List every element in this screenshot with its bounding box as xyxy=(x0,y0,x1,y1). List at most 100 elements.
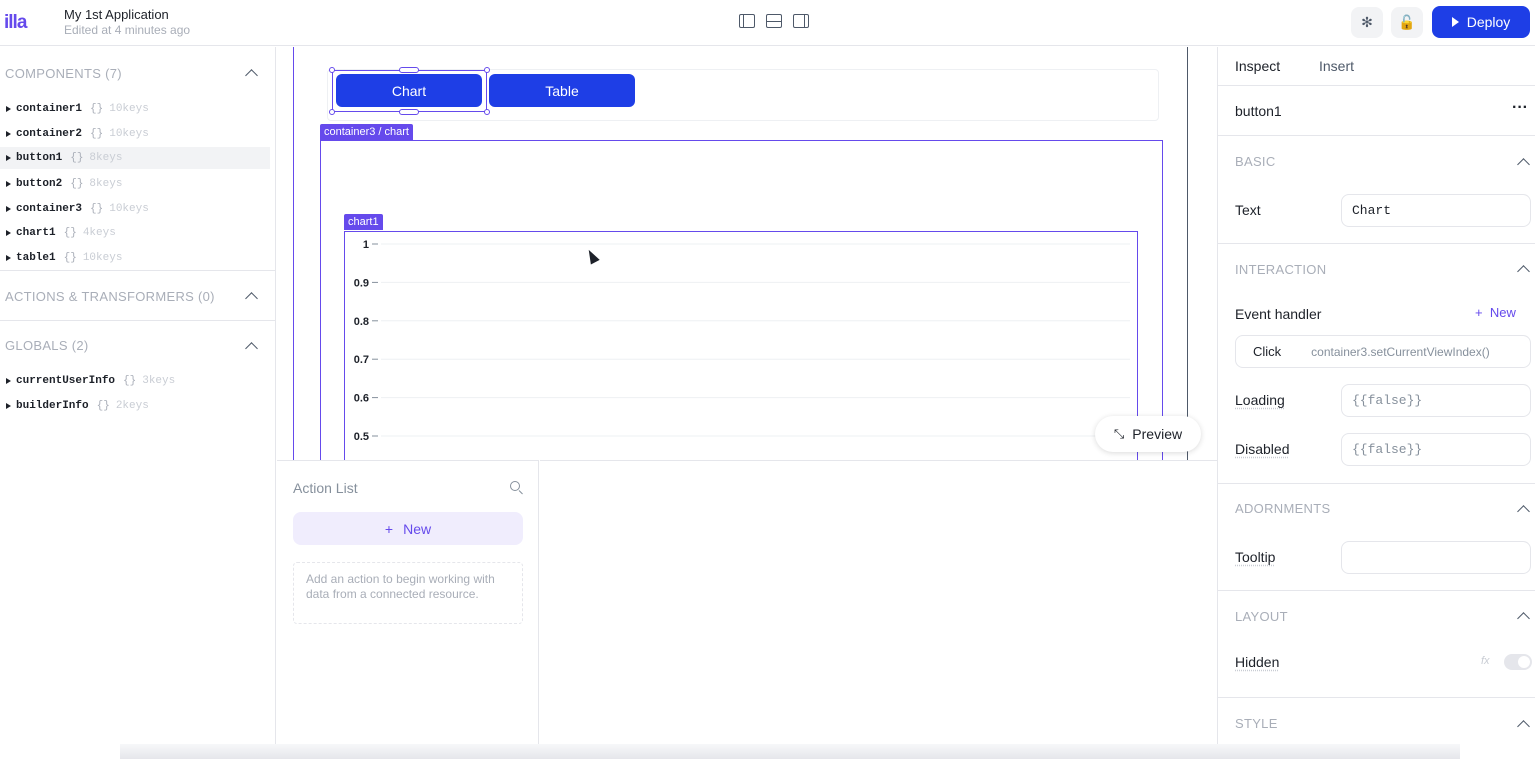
debug-button[interactable]: ✻ xyxy=(1351,7,1383,38)
action-list-title: Action List xyxy=(293,480,358,496)
resize-handle[interactable] xyxy=(399,109,419,115)
new-action-label: New xyxy=(403,520,432,537)
tree-item-container1[interactable]: container1 {} 10keys xyxy=(6,98,276,120)
chevron-up-icon[interactable] xyxy=(1517,265,1530,278)
caret-right-icon xyxy=(6,230,11,236)
caret-right-icon xyxy=(6,378,11,384)
chart-tag[interactable]: chart1 xyxy=(344,214,383,230)
divider xyxy=(1218,85,1535,86)
container-tag[interactable]: container3 / chart xyxy=(320,124,413,140)
tree-item-button1[interactable]: button1 {} 8keys xyxy=(0,147,270,169)
resize-handle[interactable] xyxy=(329,109,335,115)
components-section-title[interactable]: COMPONENTS (7) xyxy=(5,66,122,81)
fx-icon[interactable]: fx xyxy=(1481,655,1490,667)
y-tick-label: 0.7 xyxy=(354,354,369,366)
resize-handle[interactable] xyxy=(329,67,335,73)
caret-right-icon xyxy=(6,181,11,187)
y-tick-label: 1 xyxy=(363,239,369,251)
hidden-toggle[interactable] xyxy=(1504,654,1532,670)
tree-item-name: container2 xyxy=(16,128,83,140)
event-name: Click xyxy=(1253,344,1282,359)
chevron-up-icon[interactable] xyxy=(245,342,258,355)
divider xyxy=(1218,135,1535,136)
left-panel-toggle-icon[interactable] xyxy=(739,14,755,28)
search-icon[interactable] xyxy=(510,481,520,491)
lock-button[interactable]: 🔓 xyxy=(1391,7,1423,38)
basic-section-title[interactable]: BASIC xyxy=(1235,154,1276,169)
app-title: My 1st Application xyxy=(64,7,169,22)
style-section-title[interactable]: STYLE xyxy=(1235,716,1278,731)
event-handler-row[interactable]: Click container3.setCurrentViewIndex() xyxy=(1235,335,1531,368)
tree-item-name: table1 xyxy=(16,252,56,264)
tree-item-keys: 10keys xyxy=(82,252,123,264)
tooltip-input[interactable] xyxy=(1341,541,1531,574)
tree-item-chart1[interactable]: chart1 {} 4keys xyxy=(6,222,276,244)
illa-logo[interactable]: illa xyxy=(4,12,27,34)
chevron-up-icon[interactable] xyxy=(245,292,258,305)
horizontal-scrollbar[interactable] xyxy=(120,744,1460,759)
action-list-empty-state: Add an action to begin working with data… xyxy=(293,562,523,624)
tree-item-keys: 3keys xyxy=(142,375,176,387)
resize-handle[interactable] xyxy=(399,67,419,73)
y-tick-label: 0.5 xyxy=(354,431,369,443)
new-action-button[interactable]: + New xyxy=(293,512,523,545)
bottom-panel-toggle-icon[interactable] xyxy=(766,14,782,28)
actions-section-title[interactable]: ACTIONS & TRANSFORMERS (0) xyxy=(5,289,215,304)
tree-item-name: container3 xyxy=(16,203,83,215)
new-event-handler-button[interactable]: + New xyxy=(1475,305,1516,320)
tree-item-name: button1 xyxy=(16,152,63,164)
preview-button[interactable]: ⤡ Preview xyxy=(1095,416,1201,452)
tree-item-builderInfo[interactable]: builderInfo {} 2keys xyxy=(6,395,276,417)
caret-right-icon xyxy=(6,255,11,261)
tree-item-container2[interactable]: container2 {} 10keys xyxy=(6,123,276,145)
text-input[interactable]: Chart xyxy=(1341,194,1531,227)
table-button[interactable]: Table xyxy=(489,74,635,107)
deploy-button[interactable]: Deploy xyxy=(1432,6,1530,38)
chevron-up-icon[interactable] xyxy=(1517,612,1530,625)
y-tick-label: 0.9 xyxy=(354,277,369,289)
tree-item-keys: 10keys xyxy=(109,103,149,115)
deploy-label: Deploy xyxy=(1466,14,1511,30)
divider xyxy=(1218,243,1535,244)
tree-item-currentUserInfo[interactable]: currentUserInfo {} 3keys xyxy=(6,370,276,392)
tree-item-keys: 4keys xyxy=(82,227,116,239)
tree-item-name: chart1 xyxy=(16,227,56,239)
globals-section-title[interactable]: GLOBALS (2) xyxy=(5,338,89,353)
more-icon[interactable]: ··· xyxy=(1512,99,1528,117)
tree-item-table1[interactable]: table1 {} 10keys xyxy=(6,247,276,269)
plus-icon: + xyxy=(384,520,394,537)
chart-plot: 1 0.9 0.8 0.7 0.6 0.5 xyxy=(354,239,1130,443)
chevron-up-icon[interactable] xyxy=(1517,505,1530,518)
y-tick-label: 0.6 xyxy=(354,393,369,405)
tree-item-braces: {} xyxy=(90,128,104,140)
tree-item-button2[interactable]: button2 {} 8keys xyxy=(6,173,276,195)
chart1[interactable]: 1 0.9 0.8 0.7 0.6 0.5 xyxy=(344,231,1138,460)
disabled-input[interactable]: {{false}} xyxy=(1341,433,1531,466)
layout-section-title[interactable]: LAYOUT xyxy=(1235,609,1288,624)
event-handler-label: Event handler xyxy=(1235,306,1322,322)
interaction-section-title[interactable]: INTERACTION xyxy=(1235,262,1326,277)
editor-canvas[interactable]: Chart Table container3 / chart chart1 1 0… xyxy=(277,47,1217,460)
component-name[interactable]: button1 xyxy=(1235,103,1282,119)
tooltip-label: Tooltip xyxy=(1235,549,1276,565)
tree-item-name: builderInfo xyxy=(16,400,89,412)
tab-inspect[interactable]: Inspect xyxy=(1235,58,1280,74)
resize-handle[interactable] xyxy=(484,67,490,73)
loading-input[interactable]: {{false}} xyxy=(1341,384,1531,417)
tree-item-braces: {} xyxy=(90,203,104,215)
chevron-up-icon[interactable] xyxy=(1517,720,1530,733)
adornments-section-title[interactable]: ADORNMENTS xyxy=(1235,501,1330,516)
tree-item-container3[interactable]: container3 {} 10keys xyxy=(6,198,276,220)
chevron-up-icon[interactable] xyxy=(245,69,258,82)
tree-item-name: button2 xyxy=(16,178,63,190)
chevron-up-icon[interactable] xyxy=(1517,158,1530,171)
chart-button[interactable]: Chart xyxy=(336,74,482,107)
tree-item-keys: 10keys xyxy=(109,128,149,140)
tree-item-braces: {} xyxy=(70,178,84,190)
right-panel-toggle-icon[interactable] xyxy=(793,14,809,28)
inspector-panel: Inspect Insert button1 ··· BASIC Text Ch… xyxy=(1217,47,1535,744)
action-list-panel: Action List + New Add an action to begin… xyxy=(277,460,539,744)
caret-right-icon xyxy=(6,155,11,161)
resize-handle[interactable] xyxy=(484,109,490,115)
tab-insert[interactable]: Insert xyxy=(1319,58,1354,74)
